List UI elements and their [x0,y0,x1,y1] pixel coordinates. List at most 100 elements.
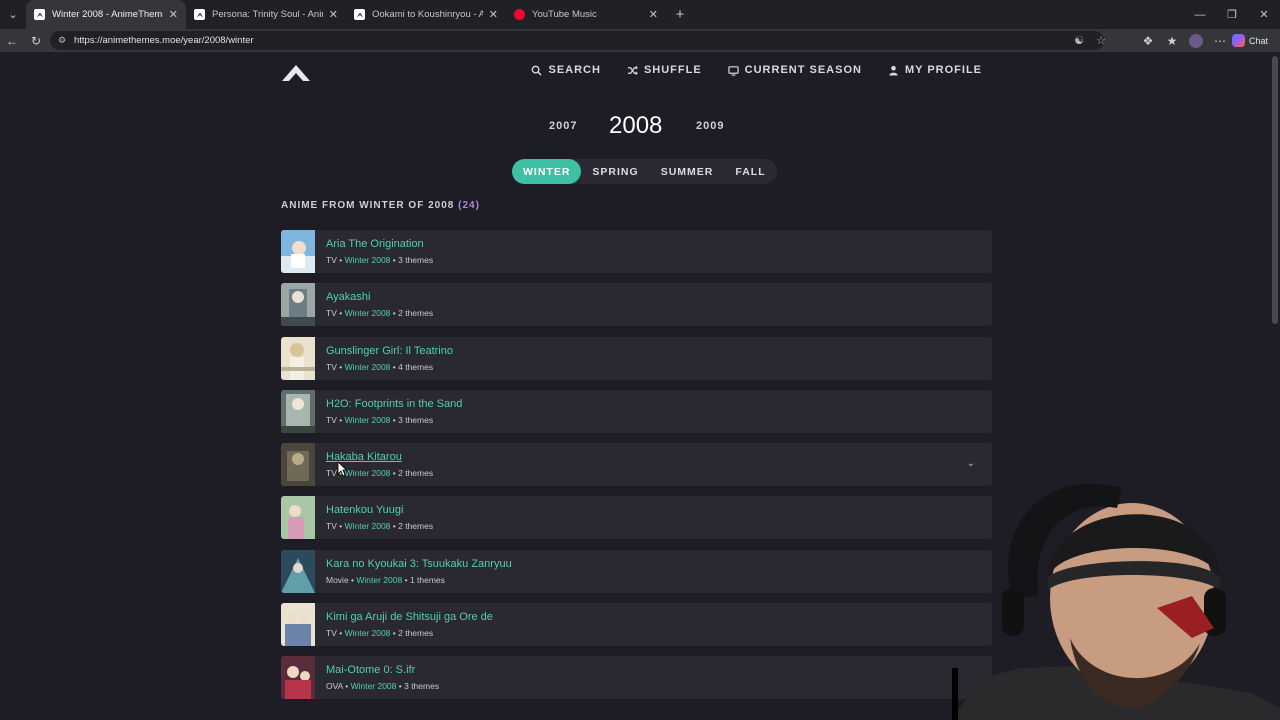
anime-title[interactable]: Hatenkou Yuugi [326,504,433,516]
animethemes-logo[interactable] [281,63,311,83]
anime-card[interactable]: Kara no Kyoukai 3: Tsuukaku Zanryuu Movi… [281,549,992,593]
anime-card[interactable]: Mai-Otome 0: S.ifr OVA • Winter 2008 • 3… [281,656,992,700]
chat-button[interactable]: Chat [1232,34,1280,47]
previous-year-link[interactable]: 2007 [549,120,577,132]
scrollbar-thumb[interactable] [1272,56,1278,324]
animethemes-icon [34,9,45,20]
anime-title[interactable]: H2O: Footprints in the Sand [326,398,462,410]
anime-title[interactable]: Kimi ga Aruji de Shitsuji ga Ore de [326,611,493,623]
window-controls: — ❐ ✕ [1184,0,1280,29]
season-spring[interactable]: SPRING [581,159,649,184]
anime-season-link[interactable]: Winter 2008 [356,575,402,585]
youtube-music-icon [514,9,525,20]
anime-meta: TV • Winter 2008 • 2 themes [326,308,434,319]
close-tab-icon[interactable]: ✕ [649,8,658,21]
anime-meta: TV • Winter 2008 • 3 themes [326,255,434,265]
anime-meta: OVA • Winter 2008 • 3 themes [326,681,440,692]
favorites-icon[interactable]: ★ [1160,34,1184,48]
restore-icon[interactable]: ❐ [1216,0,1248,29]
anime-meta: TV • Winter 2008 • 3 themes [326,414,434,425]
season-switcher: WINTER SPRING SUMMER FALL [512,159,777,184]
nav-my-profile[interactable]: MY PROFILE [888,64,982,76]
bookmark-star-icon[interactable]: ☆ [1090,34,1112,47]
anime-cover-image [281,336,315,380]
current-year: 2008 [609,112,663,139]
anime-card[interactable]: Aria The Origination TV • Winter 2008 • … [281,230,992,273]
site-info-icon[interactable]: ⚙ [58,35,68,46]
anime-title[interactable]: Kara no Kyoukai 3: Tsuukaku Zanryuu [326,558,512,570]
anime-type: TV [326,468,337,479]
anime-card[interactable]: Ayakashi TV • Winter 2008 • 2 themes [281,283,992,327]
anime-season-link[interactable]: Winter 2008 [345,468,391,478]
anime-theme-count: 1 themes [409,574,445,585]
anime-card[interactable]: Kimi ga Aruji de Shitsuji ga Ore de TV •… [281,603,992,647]
animethemes-icon [194,9,205,20]
copilot-icon [1232,34,1245,47]
address-bar[interactable]: ⚙ https://animethemes.moe/year/2008/wint… [50,31,1104,50]
nav-shuffle-label: SHUFFLE [643,64,702,76]
tab-title: Winter 2008 - AnimeThemes [52,9,163,20]
anime-type: TV [326,361,337,372]
close-tab-icon[interactable]: ✕ [489,8,498,21]
anime-season-link[interactable]: Winter 2008 [345,628,391,638]
anime-card[interactable]: H2O: Footprints in the Sand TV • Winter … [281,389,992,433]
profile-avatar[interactable] [1189,33,1203,48]
tab-title: Persona: Trinity Soul - AnimeThemes [212,9,323,20]
anime-type: TV [326,521,337,532]
translate-icon[interactable]: ☯ [1068,34,1090,47]
anime-season-link[interactable]: Winter 2008 [345,362,391,372]
anime-title[interactable]: Mai-Otome 0: S.ifr [326,664,439,676]
anime-season-link[interactable]: Winter 2008 [345,521,391,531]
anime-season-link[interactable]: Winter 2008 [345,308,391,318]
extensions-icon[interactable]: ❖ [1136,34,1160,48]
browser-tab-1[interactable]: Persona: Trinity Soul - AnimeThemes ✕ [186,0,346,29]
anime-season-link[interactable]: Winter 2008 [345,255,391,265]
webcam-overlay [952,483,1280,720]
nav-search[interactable]: SEARCH [531,64,600,76]
animethemes-icon [354,9,365,20]
anime-meta: TV • Winter 2008 • 2 themes [326,628,434,639]
expand-chevron-icon[interactable]: ⌄ [967,458,975,469]
anime-season-link[interactable]: Winter 2008 [351,681,397,691]
anime-theme-count: 3 themes [398,255,434,265]
season-fall[interactable]: FALL [724,159,776,184]
season-summer[interactable]: SUMMER [650,159,725,184]
anime-type: TV [326,414,337,425]
anime-card[interactable]: Hatenkou Yuugi TV • Winter 2008 • 2 them… [281,496,992,540]
nav-shuffle[interactable]: SHUFFLE [627,64,702,76]
next-year-link[interactable]: 2009 [696,120,724,132]
nav-current-season[interactable]: CURRENT SEASON [727,64,862,76]
nav-my-profile-label: MY PROFILE [904,64,982,76]
season-winter[interactable]: WINTER [512,159,582,184]
anime-card[interactable]: Hakaba Kitarou TV • Winter 2008 • 2 them… [281,443,992,487]
section-title: ANIME FROM WINTER OF 2008 (24) [281,200,480,211]
anime-cover-image [281,603,315,647]
anime-meta: TV • Winter 2008 • 4 themes [326,361,434,372]
anime-season-link[interactable]: Winter 2008 [345,415,391,425]
anime-theme-count: 2 themes [398,308,434,319]
anime-meta: Movie • Winter 2008 • 1 themes [326,574,445,585]
monitor-icon [727,65,739,76]
anime-type: TV [326,255,337,265]
reload-icon[interactable]: ↻ [24,29,48,52]
tab-search-chevron-icon[interactable]: ⌄ [0,0,26,29]
nav-search-label: SEARCH [548,64,601,76]
anime-theme-count: 4 themes [398,361,434,372]
anime-title[interactable]: Aria The Origination [326,238,433,250]
browser-tab-0[interactable]: Winter 2008 - AnimeThemes ✕ [26,0,186,29]
anime-theme-count: 3 themes [398,414,434,425]
browser-tab-2[interactable]: Ookami to Koushinryou - AnimeThemes ✕ [346,0,506,29]
close-tab-icon[interactable]: ✕ [169,8,178,21]
minimize-icon[interactable]: — [1184,0,1216,29]
anime-card[interactable]: Gunslinger Girl: Il Teatrino TV • Winter… [281,336,992,380]
chat-label: Chat [1249,35,1269,46]
browser-tab-3[interactable]: YouTube Music ✕ [506,0,666,29]
anime-title[interactable]: Gunslinger Girl: Il Teatrino [326,345,453,357]
menu-icon[interactable]: ⋯ [1208,34,1232,48]
close-window-icon[interactable]: ✕ [1248,0,1280,29]
anime-meta: TV • Winter 2008 • 2 themes [326,521,434,532]
close-tab-icon[interactable]: ✕ [329,8,338,21]
anime-title[interactable]: Ayakashi [326,291,433,303]
back-icon[interactable]: ← [0,29,24,52]
new-tab-icon[interactable]: + [666,0,694,29]
